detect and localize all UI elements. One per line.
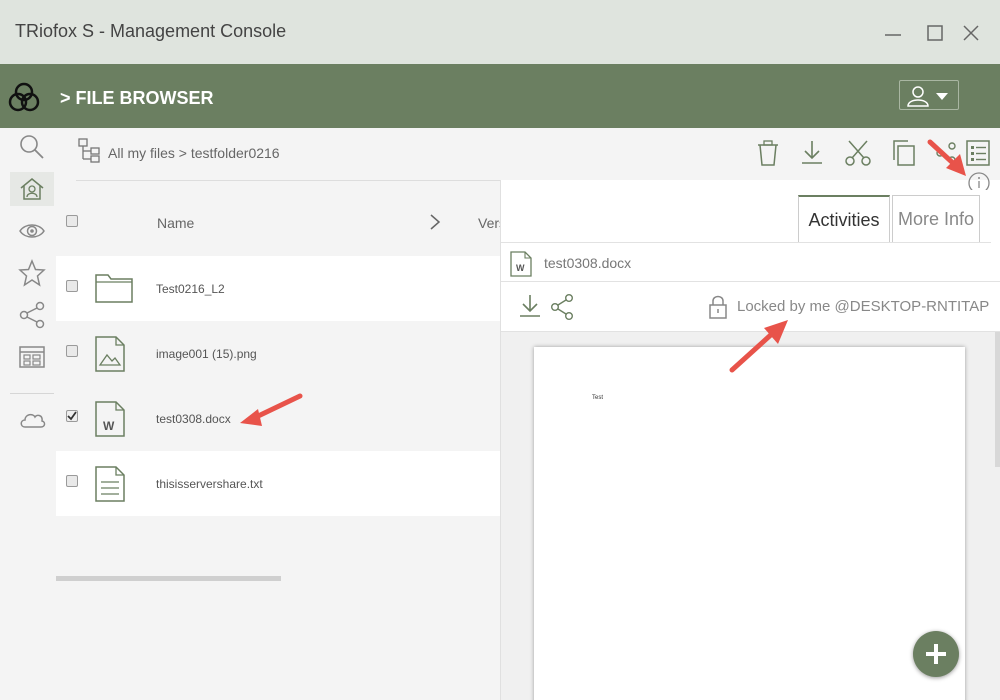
row-checkbox[interactable] (66, 345, 78, 357)
file-name[interactable]: Test0216_L2 (156, 282, 225, 296)
folder-icon (95, 274, 133, 303)
document-preview: Test (534, 347, 965, 700)
download-icon[interactable] (517, 293, 543, 321)
checkmark-icon (67, 411, 77, 421)
file-name[interactable]: image001 (15).png (156, 347, 257, 361)
info-icon[interactable] (966, 170, 992, 190)
user-menu-button[interactable] (899, 80, 959, 110)
annotation-arrow (240, 393, 303, 426)
tab-more-info[interactable]: More Info (892, 195, 980, 242)
delete-icon[interactable] (754, 138, 782, 168)
user-icon (907, 86, 948, 107)
column-name[interactable]: Name (157, 215, 194, 231)
selected-file-name: test0308.docx (544, 255, 632, 271)
tab-underline (501, 242, 991, 243)
svg-text:W: W (103, 419, 115, 433)
list-item[interactable]: thisisservershare.txt (56, 451, 500, 516)
list-header: Name Version (56, 182, 500, 256)
preview-text: Test (592, 395, 604, 401)
app-header: > FILE BROWSER (0, 64, 1000, 128)
sidebar (0, 128, 64, 700)
cloud-icon[interactable] (18, 405, 46, 433)
lock-status: Locked by me @DESKTOP-RNTITAP (737, 298, 990, 315)
maximize-icon[interactable] (924, 22, 946, 44)
file-name[interactable]: thisisservershare.txt (156, 477, 263, 491)
star-icon[interactable] (18, 259, 46, 287)
minimize-icon[interactable] (882, 22, 904, 44)
tab-activities[interactable]: Activities (798, 195, 890, 242)
plus-icon (926, 644, 946, 664)
grid-icon[interactable] (18, 343, 46, 371)
svg-text:W: W (516, 263, 525, 273)
sidebar-divider (10, 393, 54, 394)
list-item[interactable]: Test0216_L2 (56, 256, 500, 321)
panel-divider (501, 281, 1000, 282)
annotation-arrow (729, 320, 788, 373)
share-icon[interactable] (18, 301, 46, 329)
text-file-icon (95, 466, 125, 502)
cut-icon[interactable] (844, 138, 872, 168)
copy-icon[interactable] (890, 138, 918, 168)
horizontal-scrollbar[interactable] (56, 576, 281, 581)
column-version[interactable]: Version (478, 215, 500, 231)
word-file-icon: W (95, 401, 125, 437)
row-checkbox[interactable] (66, 475, 78, 487)
list-item[interactable]: image001 (15).png (56, 321, 500, 386)
close-icon[interactable] (960, 22, 982, 44)
share-icon[interactable] (549, 293, 575, 321)
file-name[interactable]: test0308.docx (156, 412, 231, 426)
page-title: > FILE BROWSER (60, 88, 214, 108)
annotation-arrow (927, 139, 966, 176)
image-file-icon (95, 336, 125, 372)
eye-icon[interactable] (18, 217, 46, 245)
details-panel: Activities More Info W test0308.docx Loc… (500, 180, 1000, 700)
breadcrumb-path[interactable]: All my files > testfolder0216 (108, 145, 280, 161)
window-title: TRiofox S - Management Console (15, 21, 287, 41)
row-checkbox[interactable] (66, 280, 78, 292)
vertical-scrollbar[interactable] (995, 332, 1000, 467)
select-all-checkbox[interactable] (66, 215, 78, 227)
window-titlebar: TRiofox S - Management Console (0, 0, 1000, 64)
home-icon[interactable] (18, 175, 46, 203)
add-button[interactable] (913, 631, 959, 677)
word-file-icon: W (510, 251, 532, 277)
chevron-right-icon[interactable] (428, 212, 442, 232)
row-checkbox[interactable] (66, 410, 78, 422)
folder-tree-icon (78, 138, 100, 163)
triofox-logo-icon (8, 82, 40, 112)
download-icon[interactable] (798, 138, 826, 168)
search-icon[interactable] (18, 133, 46, 161)
